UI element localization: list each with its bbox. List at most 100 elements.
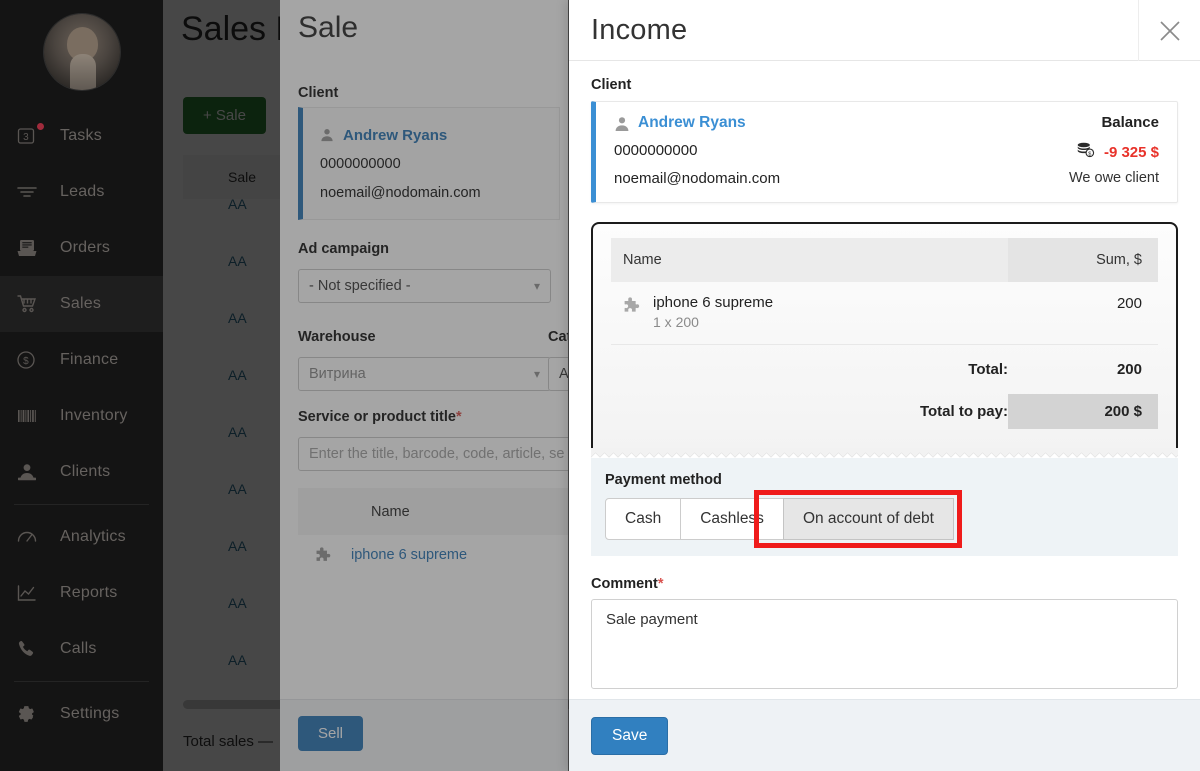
table-row[interactable]: AA [228,253,247,269]
payment-method-section: Payment method Cash Cashless On account … [591,458,1178,556]
sale-client-email: noemail@nodomain.com [320,185,481,201]
table-row[interactable]: AA [228,367,247,383]
svg-text:$: $ [1088,151,1091,157]
warehouse-select[interactable]: Витрина ▾ [298,357,551,391]
sidebar-item-inventory[interactable]: Inventory [0,388,163,444]
comment-value: Sale payment [606,611,698,628]
ad-campaign-select[interactable]: - Not specified - ▾ [298,269,551,303]
payment-option-on-account-of-debt[interactable]: On account of debt [782,498,954,540]
sidebar-item-clients[interactable]: Clients [0,444,163,500]
comment-input[interactable]: Sale payment [591,599,1178,689]
receipt-col-sum: Sum, $ [1008,238,1158,282]
table-row[interactable]: AA [228,538,247,554]
category-select[interactable]: Al [548,357,568,391]
sidebar-divider [14,504,149,505]
product-title-input[interactable]: Enter the title, barcode, code, article,… [298,437,568,471]
receipt-table-header: Name Sum, $ [611,238,1158,282]
receipt-wrapper: Name Sum, $ iphone 6 supreme 1 x 200 200 [591,222,1178,458]
sale-items-table-header: Name [298,488,568,535]
category-value: Al [559,366,568,382]
sale-client-name[interactable]: Andrew Ryans [343,127,447,144]
client-card: Andrew Ryans 0000000000 noemail@nodomain… [591,101,1178,203]
svg-text:3: 3 [23,132,29,143]
sidebar-item-sales[interactable]: Sales [0,276,163,332]
payment-option-cash[interactable]: Cash [605,498,682,540]
receipt-total-to-pay-label: Total to pay: [919,403,1008,420]
receipt-col-name: Name [611,238,1008,282]
income-modal: Income Client Andrew Ryans 0000000000 no… [569,0,1200,771]
sidebar-item-label: Calls [60,640,97,657]
receipt-item-sum: 200 [1116,295,1142,312]
reports-icon [16,582,46,604]
income-modal-body: Client Andrew Ryans 0000000000 noemail@n… [569,61,1200,699]
table-row[interactable]: AA [228,424,247,440]
receipt-total-value: 200 [1116,361,1142,378]
required-marker: * [455,409,462,425]
sale-client-card[interactable]: Andrew Ryans 0000000000 noemail@nodomain… [298,107,560,220]
inventory-icon [16,405,46,427]
leads-icon [16,181,46,203]
table-row[interactable]: AA [228,595,247,611]
coins-icon: $ [1076,142,1095,163]
puzzle-icon [315,546,333,569]
product-title-label: Service or product title* [298,409,462,425]
payment-option-cashless[interactable]: Cashless [680,498,784,540]
add-sale-button[interactable]: + Sale [183,97,266,134]
sale-panel-footer: Sell [280,699,568,771]
warehouse-label: Warehouse [298,329,376,345]
chevron-down-icon: ▾ [533,367,540,381]
sidebar: 3 Tasks Leads Orders Sales $ Finance Inventory C… [0,0,163,771]
receipt-item-row: iphone 6 supreme 1 x 200 200 [611,282,1158,345]
sale-panel: Sale Client Andrew Ryans 0000000000 noem… [280,0,568,771]
receipt: Name Sum, $ iphone 6 supreme 1 x 200 200 [591,222,1178,449]
sidebar-item-label: Sales [60,295,102,312]
comment-label-text: Comment [591,576,658,592]
settings-icon [16,703,46,725]
sidebar-item-orders[interactable]: Orders [0,220,163,276]
income-modal-title: Income [591,13,688,46]
balance-label: Balance [1101,114,1159,131]
notification-dot [37,123,44,130]
sidebar-item-label: Tasks [60,127,102,144]
sidebar-item-tasks[interactable]: 3 Tasks [0,108,163,164]
balance-note: We owe client [1069,170,1159,186]
sidebar-item-label: Settings [60,705,120,722]
sidebar-item-leads[interactable]: Leads [0,164,163,220]
table-row[interactable]: AA [228,481,247,497]
payment-method-label: Payment method [605,472,722,488]
sidebar-item-calls[interactable]: Calls [0,621,163,677]
sidebar-item-label: Finance [60,351,119,368]
sales-icon [16,293,46,315]
payment-method-group: Cash Cashless On account of debt [605,490,962,548]
client-section-label: Client [591,77,632,93]
chevron-down-icon: ▾ [533,279,540,293]
puzzle-icon [623,294,653,320]
sidebar-item-finance[interactable]: $ Finance [0,332,163,388]
app-root: Sales B + Sale Sale AA AA AA AA AA AA AA… [0,0,1200,771]
receipt-item-qty: 1 x 200 [653,314,699,330]
sell-button[interactable]: Sell [298,716,364,751]
sidebar-item-settings[interactable]: Settings [0,686,163,742]
sidebar-item-analytics[interactable]: Analytics [0,509,163,565]
sidebar-item-label: Leads [60,183,105,200]
sale-item-name[interactable]: iphone 6 supreme [351,547,467,563]
client-name[interactable]: Andrew Ryans [638,114,746,132]
table-row[interactable]: AA [228,310,247,326]
receipt-item-name: iphone 6 supreme [653,294,774,311]
receipt-total-to-pay-value: 200 $ [1008,394,1158,429]
receipt-total-to-pay-row: Total to pay: 200 $ [611,394,1158,429]
avatar-wrapper [0,0,163,90]
close-icon[interactable] [1138,0,1200,61]
save-button[interactable]: Save [591,716,669,755]
table-row[interactable]: AA [228,652,247,668]
finance-icon: $ [16,349,46,371]
avatar[interactable] [43,14,120,90]
orders-icon [16,237,46,259]
client-phone: 0000000000 [614,142,698,159]
sidebar-item-label: Orders [60,239,111,256]
sidebar-item-label: Clients [60,463,111,480]
receipt-total-label: Total: [968,361,1008,378]
table-row[interactable]: AA [228,196,247,212]
sidebar-item-reports[interactable]: Reports [0,565,163,621]
warehouse-value: Витрина [309,366,366,382]
